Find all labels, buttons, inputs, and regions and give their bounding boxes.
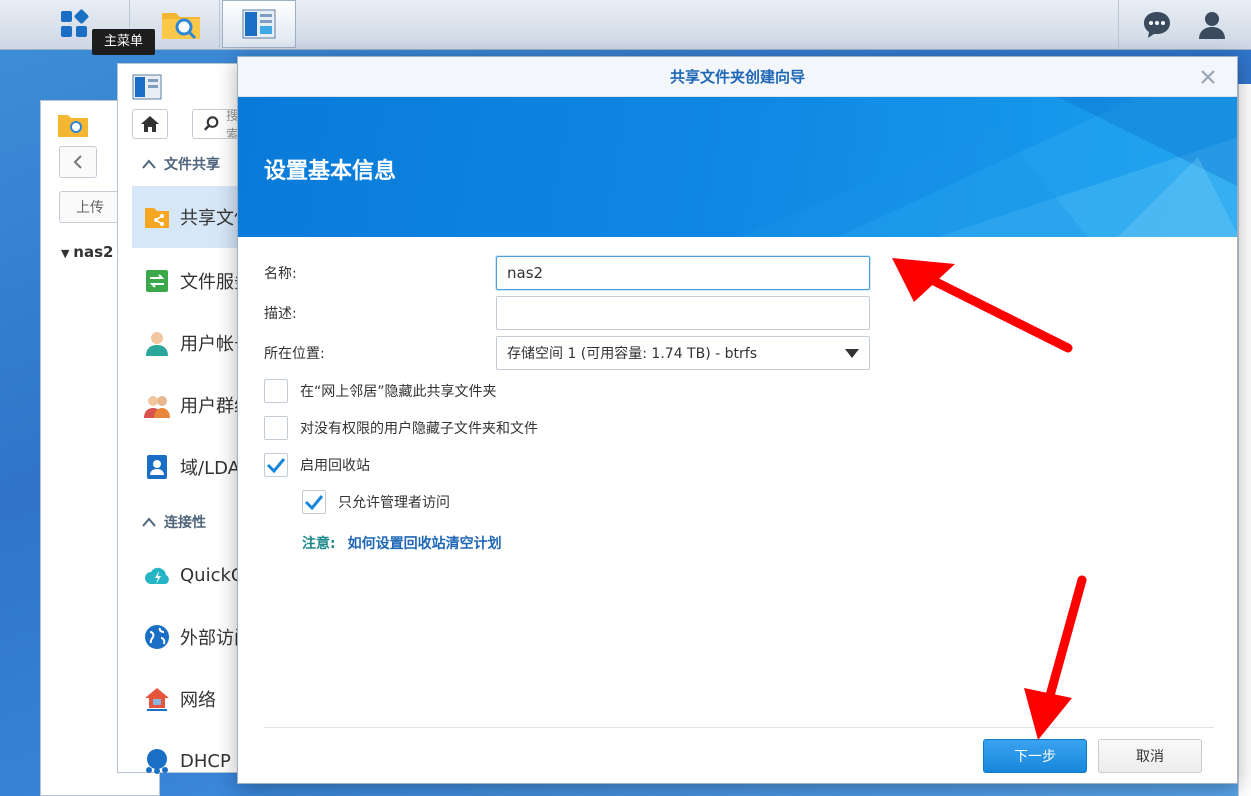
name-row: 名称: bbox=[264, 256, 870, 290]
dialog-titlebar: 共享文件夹创建向导 bbox=[238, 57, 1237, 97]
home-button[interactable] bbox=[132, 109, 168, 139]
sidebar-item-label: 网络 bbox=[180, 690, 216, 711]
hide-in-network-checkbox-row[interactable]: 在“网上邻居”隐藏此共享文件夹 bbox=[264, 379, 497, 403]
location-select[interactable]: 存储空间 1 (可用容量: 1.74 TB) - btrfs bbox=[496, 336, 870, 370]
description-label: 描述: bbox=[264, 306, 297, 322]
taskbar-divider bbox=[1118, 0, 1119, 48]
section-label: 连接性 bbox=[164, 515, 206, 531]
user-group-icon bbox=[144, 396, 170, 418]
sidebar-item-external-access[interactable]: 外部访问 bbox=[132, 606, 248, 668]
name-input[interactable] bbox=[496, 256, 870, 290]
dialog-banner: 设置基本信息 bbox=[238, 97, 1237, 237]
chat-icon[interactable] bbox=[1141, 9, 1173, 41]
shared-folder-wizard-dialog: 共享文件夹创建向导 设置基本信息 名称: 描述: 所在位置: 存储空间 1 (可… bbox=[237, 56, 1238, 784]
admin-only-checkbox[interactable] bbox=[302, 490, 326, 514]
sidebar-item-domain-ldap[interactable]: 域/LDAP bbox=[132, 436, 248, 498]
dropdown-arrow-icon bbox=[845, 348, 859, 358]
admin-only-checkbox-row[interactable]: 只允许管理者访问 bbox=[302, 490, 450, 514]
file-services-icon bbox=[146, 270, 168, 292]
tree-node-label: nas2 bbox=[73, 243, 114, 261]
dhcp-server-icon bbox=[146, 749, 168, 774]
globe-icon bbox=[145, 625, 169, 649]
upload-label: 上传 bbox=[76, 200, 104, 216]
back-nav-button[interactable] bbox=[59, 146, 97, 178]
checkbox-label: 只允许管理者访问 bbox=[338, 495, 450, 511]
note-row: 注意: 如何设置回收站清空计划 bbox=[302, 533, 502, 553]
section-file-sharing[interactable]: 文件共享 bbox=[142, 154, 220, 174]
search-icon bbox=[204, 116, 219, 131]
checkbox-label: 在“网上邻居”隐藏此共享文件夹 bbox=[300, 384, 497, 400]
user-icon[interactable] bbox=[1196, 9, 1228, 41]
domain-ldap-icon bbox=[147, 455, 167, 479]
hide-subfolders-checkbox-row[interactable]: 对没有权限的用户隐藏子文件夹和文件 bbox=[264, 416, 538, 440]
sidebar-item-user[interactable]: 用户帐号 bbox=[132, 312, 248, 374]
chevron-up-icon bbox=[142, 517, 156, 527]
shared-folder-icon bbox=[145, 208, 169, 228]
hide-subfolders-checkbox[interactable] bbox=[264, 416, 288, 440]
sidebar-item-file-services[interactable]: 文件服务 bbox=[132, 250, 248, 312]
dialog-title: 共享文件夹创建向导 bbox=[669, 68, 805, 86]
file-station-icon bbox=[161, 13, 200, 40]
chevron-up-icon bbox=[142, 159, 156, 169]
description-row: 描述: bbox=[264, 296, 870, 330]
section-connectivity[interactable]: 连接性 bbox=[142, 512, 206, 532]
control-panel-window-icon bbox=[132, 74, 162, 100]
close-icon bbox=[1201, 70, 1215, 84]
quickconnect-icon bbox=[145, 567, 169, 584]
checkbox-label: 对没有权限的用户隐藏子文件夹和文件 bbox=[300, 421, 538, 437]
name-label: 名称: bbox=[264, 266, 297, 282]
sidebar-item-network[interactable]: 网络 bbox=[132, 668, 248, 730]
control-panel-icon bbox=[242, 9, 276, 39]
banner-title: 设置基本信息 bbox=[264, 159, 397, 184]
tree-node-nas2[interactable]: ▼ nas2 bbox=[61, 243, 113, 261]
sidebar-item-dhcp-server[interactable]: DHCP Server bbox=[132, 730, 248, 792]
description-input[interactable] bbox=[496, 296, 870, 330]
control-panel-window: 搜索 文件共享 共享文件夹 文件服务 用户帐号 用户群组 bbox=[117, 63, 252, 774]
sidebar-item-group[interactable]: 用户群组 bbox=[132, 374, 248, 436]
home-icon bbox=[141, 116, 159, 132]
recycle-bin-checkbox-row[interactable]: 启用回收站 bbox=[264, 453, 370, 477]
file-station-window-icon bbox=[58, 115, 88, 137]
recycle-bin-checkbox[interactable] bbox=[264, 453, 288, 477]
location-label: 所在位置: bbox=[264, 346, 325, 362]
recycle-bin-schedule-link[interactable]: 如何设置回收站清空计划 bbox=[348, 533, 502, 553]
sidebar-item-shared-folder[interactable]: 共享文件夹 bbox=[132, 186, 248, 248]
background-window-edge bbox=[1238, 84, 1251, 796]
next-button[interactable]: 下一步 bbox=[983, 739, 1087, 773]
sidebar-item-quickconnect[interactable]: QuickConnect bbox=[132, 544, 248, 606]
main-menu-tooltip: 主菜单 bbox=[92, 29, 156, 55]
user-account-icon bbox=[146, 332, 168, 356]
chevron-left-icon bbox=[73, 155, 82, 169]
main-menu-icon bbox=[60, 9, 88, 37]
location-value: 存储空间 1 (可用容量: 1.74 TB) - btrfs bbox=[507, 346, 757, 362]
checkbox-label: 启用回收站 bbox=[300, 458, 370, 474]
taskbar bbox=[0, 0, 1251, 50]
note-label: 注意: bbox=[302, 536, 336, 552]
network-icon bbox=[145, 688, 169, 711]
location-row: 所在位置: 存储空间 1 (可用容量: 1.74 TB) - btrfs bbox=[264, 336, 870, 370]
checkmark-icon bbox=[304, 495, 324, 510]
hide-in-network-checkbox[interactable] bbox=[264, 379, 288, 403]
close-button[interactable] bbox=[1197, 66, 1219, 88]
tree-expand-icon: ▼ bbox=[61, 247, 74, 260]
checkmark-icon bbox=[266, 458, 286, 473]
section-label: 文件共享 bbox=[164, 157, 220, 173]
control-panel-taskbar-button[interactable] bbox=[222, 0, 296, 48]
cancel-button[interactable]: 取消 bbox=[1098, 739, 1202, 773]
footer-divider bbox=[264, 727, 1214, 728]
